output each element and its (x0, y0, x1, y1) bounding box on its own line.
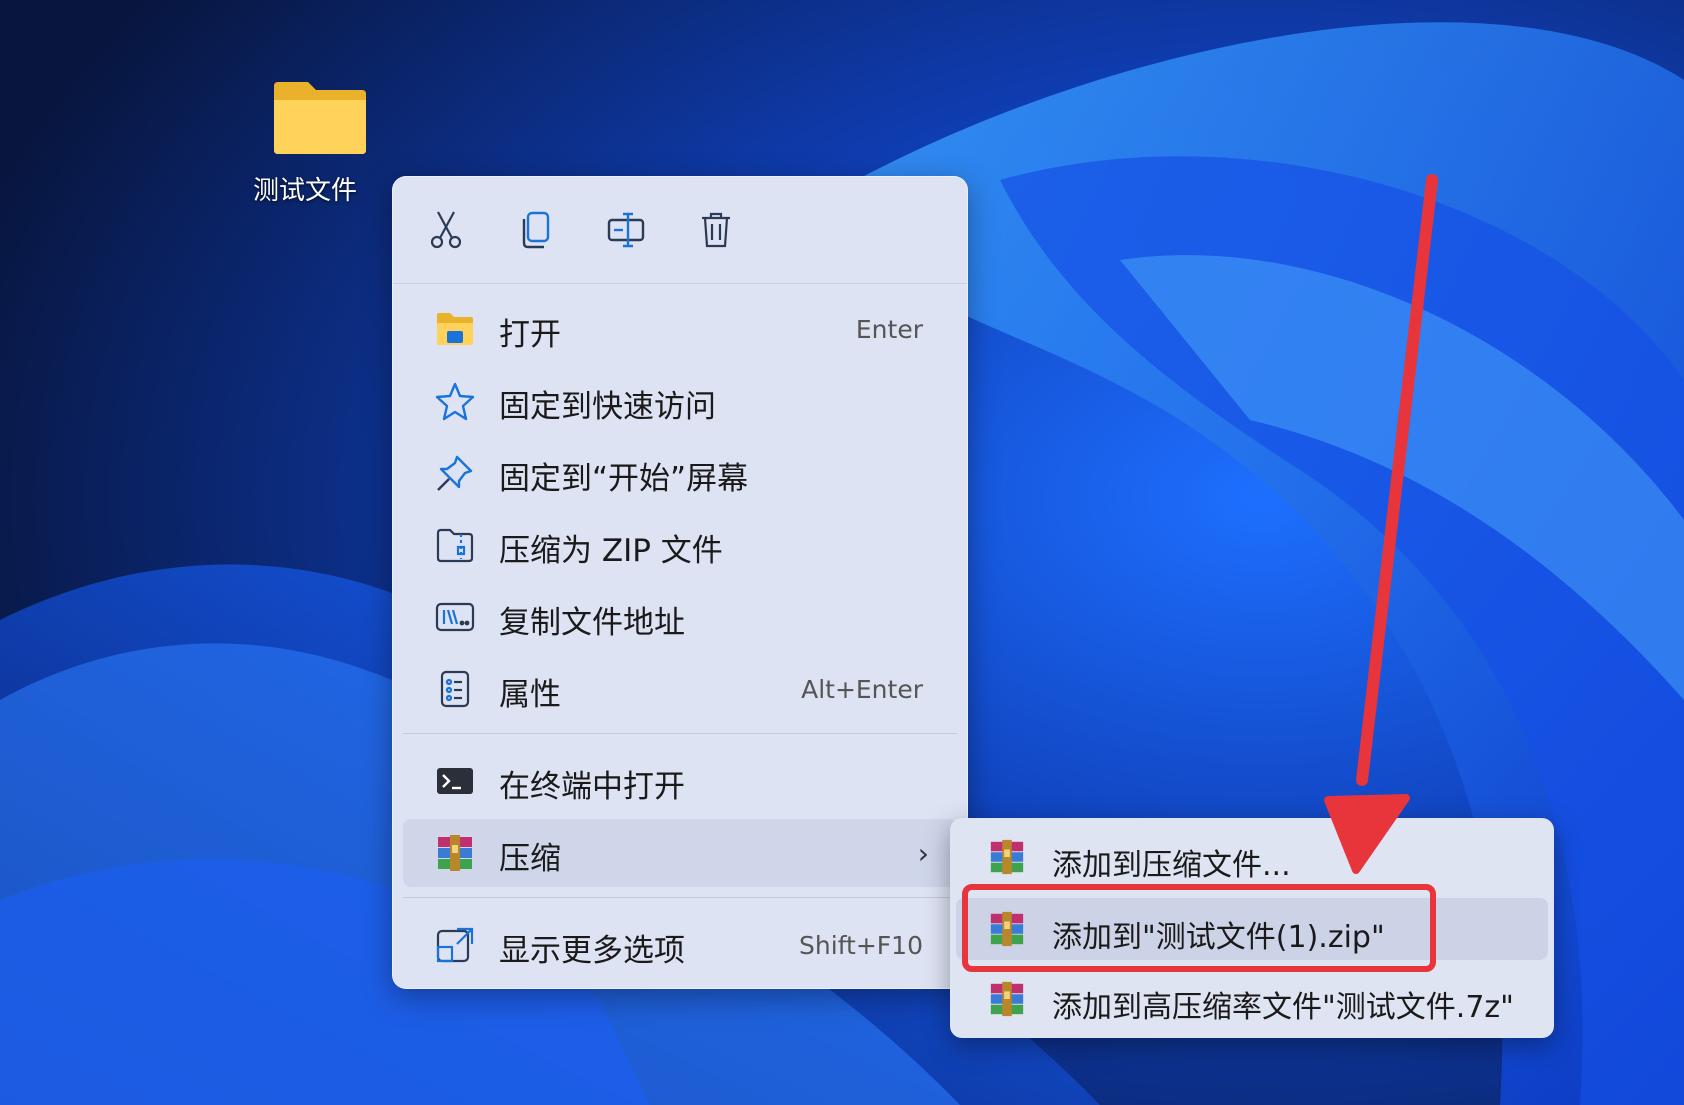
menu-toolbar (393, 177, 967, 284)
cut-button[interactable] (421, 205, 471, 255)
menu-item-label: 显示更多选项 (499, 933, 685, 969)
chevron-right-icon: › (917, 837, 929, 870)
pin-icon (437, 455, 473, 491)
menu-item-label: 打开 (499, 317, 561, 353)
rename-icon (607, 212, 645, 248)
folder-open-icon (437, 313, 473, 345)
annotation-arrow-icon (1324, 174, 1438, 874)
menu-item-label: 复制文件地址 (499, 605, 685, 641)
menu-item-shortcut: Shift+F10 (799, 931, 923, 960)
scissors-icon (430, 211, 462, 249)
properties-icon (440, 670, 470, 708)
menu-item-shortcut: Alt+Enter (801, 675, 923, 704)
menu-separator (403, 733, 957, 734)
menu-item-open[interactable]: 打开 Enter (403, 295, 957, 363)
desktop-folder[interactable]: 测试文件 (250, 78, 390, 207)
menu-separator (403, 897, 957, 898)
menu-item-compress-zip[interactable]: 压缩为 ZIP 文件 (403, 511, 957, 579)
folder-label: 测试文件 (252, 176, 357, 206)
menu-item-label: 属性 (499, 677, 561, 713)
winrar-icon (990, 839, 1024, 875)
star-icon (435, 382, 475, 421)
menu-item-label: 固定到“开始”屏幕 (499, 461, 749, 497)
delete-button[interactable] (691, 205, 741, 255)
zip-folder-icon (436, 528, 474, 563)
menu-item-open-terminal[interactable]: 在终端中打开 (403, 747, 957, 815)
submenu-item-add-to-7z[interactable]: 添加到高压缩率文件"测试文件.7z" (956, 968, 1548, 1030)
menu-item-shortcut: Enter (855, 315, 923, 344)
submenu-item-label: 添加到压缩文件... (1052, 848, 1291, 883)
menu-item-properties[interactable]: 属性 Alt+Enter (403, 655, 957, 723)
copy-icon (522, 211, 550, 249)
menu-item-label: 固定到快速访问 (499, 389, 716, 425)
terminal-icon (437, 768, 473, 794)
copy-button[interactable] (511, 205, 561, 255)
menu-item-compress[interactable]: 压缩 › (403, 819, 957, 887)
folder-icon (274, 82, 366, 154)
trash-icon (702, 212, 730, 248)
rename-button[interactable] (601, 205, 651, 255)
annotation-highlight-box (962, 884, 1436, 972)
winrar-icon (990, 981, 1024, 1017)
more-options-icon (436, 927, 474, 963)
path-icon (435, 602, 475, 632)
menu-item-label: 在终端中打开 (499, 769, 685, 805)
menu-item-pin-start[interactable]: 固定到“开始”屏幕 (403, 439, 957, 507)
winrar-icon (438, 835, 472, 871)
menu-item-label: 压缩为 ZIP 文件 (499, 533, 723, 569)
menu-item-show-more-options[interactable]: 显示更多选项 Shift+F10 (403, 911, 957, 979)
menu-item-label: 压缩 (499, 841, 561, 877)
context-menu: 打开 Enter 固定到快速访问 固定到“开始”屏幕 压缩为 ZIP 文件 复制… (392, 176, 968, 989)
submenu-item-label: 添加到高压缩率文件"测试文件.7z" (1052, 990, 1514, 1025)
menu-item-copy-path[interactable]: 复制文件地址 (403, 583, 957, 651)
menu-item-pin-quick-access[interactable]: 固定到快速访问 (403, 367, 957, 435)
